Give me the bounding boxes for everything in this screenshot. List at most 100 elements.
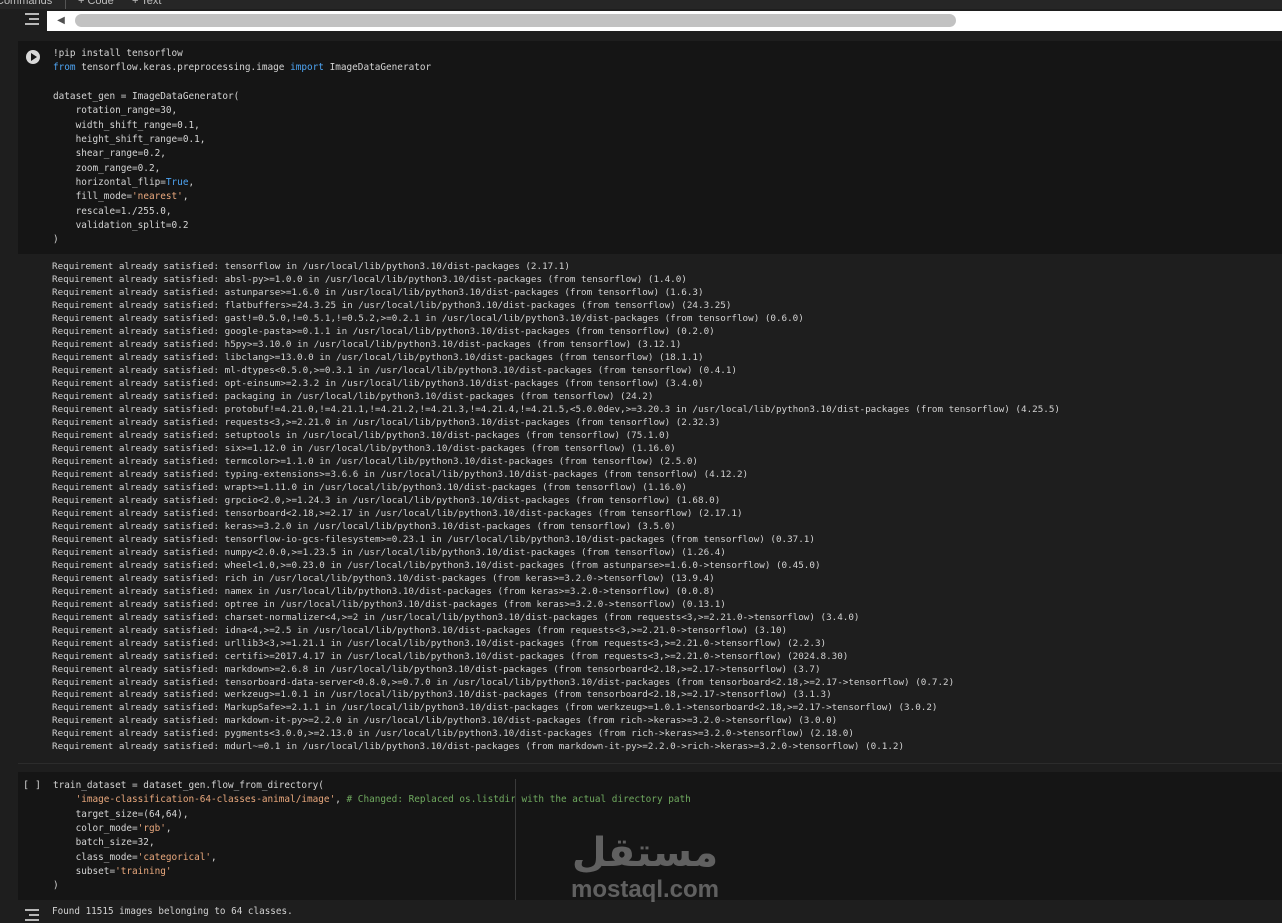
code-line[interactable]: shear_range=0.2, — [53, 148, 166, 159]
output-line: Requirement already satisfied: wheel<1.0… — [52, 559, 821, 571]
output-line: Requirement already satisfied: pygments<… — [52, 728, 854, 740]
code-string: 'nearest' — [132, 191, 183, 203]
add-code-button[interactable]: + Code — [78, 0, 114, 8]
code-line[interactable]: fill_mode='nearest', — [53, 191, 189, 202]
code-token: , — [182, 191, 189, 203]
output-line: Requirement already satisfied: protobuf!… — [52, 403, 1060, 415]
output-line: Requirement already satisfied: markdown-… — [52, 715, 838, 727]
output-line: Requirement already satisfied: gast!=0.5… — [52, 312, 804, 324]
code-line[interactable]: rotation_range=30, — [53, 105, 178, 117]
output-line: Requirement already satisfied: opt-einsu… — [52, 377, 704, 389]
output-line: Requirement already satisfied: rich in /… — [52, 572, 715, 584]
output-line: Requirement already satisfied: tensorboa… — [52, 676, 955, 688]
output-line: Requirement already satisfied: werkzeug>… — [52, 689, 832, 701]
code-line[interactable]: height_shift_range=0.1, — [53, 134, 206, 146]
code-line[interactable]: 'image-classification-64-classes-animal/… — [53, 794, 691, 805]
output-line: Requirement already satisfied: typing-ex… — [52, 468, 749, 480]
output-line: Requirement already satisfied: six>=1.12… — [52, 442, 676, 454]
code-string: 'rgb' — [137, 823, 166, 835]
code-token: , — [188, 177, 195, 189]
output-line: Requirement already satisfied: flatbuffe… — [52, 299, 732, 311]
execution-count[interactable]: [ ] — [23, 780, 41, 792]
code-line[interactable]: !pip install tensorflow — [53, 48, 183, 59]
output-line: Requirement already satisfied: h5py>=3.1… — [52, 338, 682, 350]
code-line[interactable]: batch_size=32, — [53, 837, 155, 848]
output-line: Requirement already satisfied: idna<4,>=… — [52, 624, 788, 636]
output-toggle-icon[interactable] — [25, 12, 43, 26]
output-line: Requirement already satisfied: astunpars… — [52, 286, 704, 298]
code-comment: # Changed: Replaced os.listdir with the … — [346, 794, 691, 806]
output-line: Requirement already satisfied: charset-n… — [52, 611, 860, 623]
code-token: ) — [53, 880, 59, 892]
scrollbar-thumb[interactable] — [75, 14, 956, 27]
commands-button[interactable]: Commands — [0, 0, 52, 8]
output-line: Requirement already satisfied: certifi>=… — [52, 650, 849, 662]
cell-divider — [18, 763, 1282, 764]
output-line: Requirement already satisfied: keras>=3.… — [52, 520, 676, 532]
code-line[interactable]: validation_split=0.2 — [53, 220, 189, 231]
code-token: !pip install tensorflow — [53, 48, 183, 59]
code-line[interactable]: horizontal_flip=True, — [53, 177, 195, 189]
code-string: 'training' — [115, 866, 172, 878]
output-line: Requirement already satisfied: absl-py>=… — [52, 273, 687, 285]
notebook-toolbar: Commands + Code + Text — [0, 0, 1282, 9]
code-line[interactable]: train_dataset = dataset_gen.flow_from_di… — [53, 780, 324, 791]
output-line: Requirement already satisfied: wrapt>=1.… — [52, 481, 687, 493]
output-text: Requirement already satisfied: tensorflo… — [52, 261, 1060, 754]
code-token: color_mode= — [53, 823, 138, 835]
code-token: target_size=(64,64), — [53, 808, 189, 820]
code-line[interactable]: color_mode='rgb', — [53, 823, 172, 834]
code-line[interactable]: dataset_gen = ImageDataGenerator( — [53, 91, 239, 102]
output-line: Requirement already satisfied: mdurl~=0.… — [52, 741, 905, 753]
code-token: rotation_range=30, — [53, 105, 178, 117]
code-token: horizontal_flip= — [53, 177, 166, 189]
code-keyword: True — [165, 177, 189, 189]
output-line: Requirement already satisfied: libclang>… — [52, 351, 704, 363]
code-line[interactable]: rescale=1./255.0, — [53, 206, 172, 217]
add-text-button[interactable]: + Text — [132, 0, 161, 8]
code-token: height_shift_range=0.1, — [53, 134, 206, 146]
code-token: subset= — [53, 866, 116, 878]
code-line[interactable]: zoom_range=0.2, — [53, 162, 161, 174]
watermark-logo: مستقل mostaql.com — [560, 828, 730, 908]
output-line: Requirement already satisfied: tensorflo… — [52, 533, 815, 545]
code-token: width_shift_range=0.1, — [53, 119, 200, 131]
output-line: Requirement already satisfied: markdown>… — [52, 663, 821, 675]
code-token: rescale=1./255.0, — [53, 205, 172, 217]
code-line[interactable]: target_size=(64,64), — [53, 808, 189, 820]
output-line: Requirement already satisfied: tensorflo… — [52, 261, 570, 272]
output-line: Requirement already satisfied: optree in… — [52, 598, 726, 610]
output-line: Requirement already satisfied: termcolor… — [52, 455, 699, 467]
code-string: 'categorical' — [137, 851, 212, 863]
output-text: Found 11515 images belonging to 64 class… — [52, 906, 293, 917]
output-line: Requirement already satisfied: ml-dtypes… — [52, 364, 737, 376]
code-line[interactable]: width_shift_range=0.1, — [53, 120, 200, 131]
output-line: Requirement already satisfied: packaging… — [52, 390, 654, 402]
play-icon[interactable] — [26, 50, 40, 64]
code-token: , — [335, 794, 347, 806]
code-line[interactable]: ) — [53, 880, 59, 891]
output-line: Requirement already satisfied: grpcio<2.… — [52, 494, 721, 506]
code-token: batch_size=32, — [53, 837, 155, 849]
chevron-left-icon[interactable]: ◀ — [55, 14, 67, 28]
code-line[interactable]: class_mode='categorical', — [53, 852, 217, 863]
code-token: train_dataset = dataset_gen.flow_from_di… — [53, 780, 324, 791]
toolbar-divider — [65, 0, 66, 9]
output-line: Requirement already satisfied: tensorboa… — [52, 507, 743, 519]
code-token: dataset_gen = ImageDataGenerator( — [53, 91, 240, 103]
code-keyword: import — [290, 62, 324, 74]
output-toggle-icon[interactable] — [25, 908, 43, 922]
code-token: shear_range=0.2, — [53, 148, 166, 160]
code-editor[interactable]: !pip install tensorflow from tensorflow.… — [53, 47, 431, 248]
code-token: class_mode= — [53, 851, 138, 863]
code-token: zoom_range=0.2, — [53, 162, 161, 174]
output-line: Requirement already satisfied: setuptool… — [52, 429, 671, 441]
code-line[interactable]: from tensorflow.keras.preprocessing.imag… — [53, 62, 431, 73]
code-keyword: from — [53, 62, 76, 74]
output-line: Requirement already satisfied: numpy<2.0… — [52, 546, 726, 558]
output-line: Requirement already satisfied: namex in … — [52, 585, 715, 597]
code-line[interactable]: ) — [53, 234, 59, 245]
code-line[interactable]: subset='training' — [53, 866, 172, 877]
code-string: 'image-classification-64-classes-animal/… — [75, 794, 336, 806]
